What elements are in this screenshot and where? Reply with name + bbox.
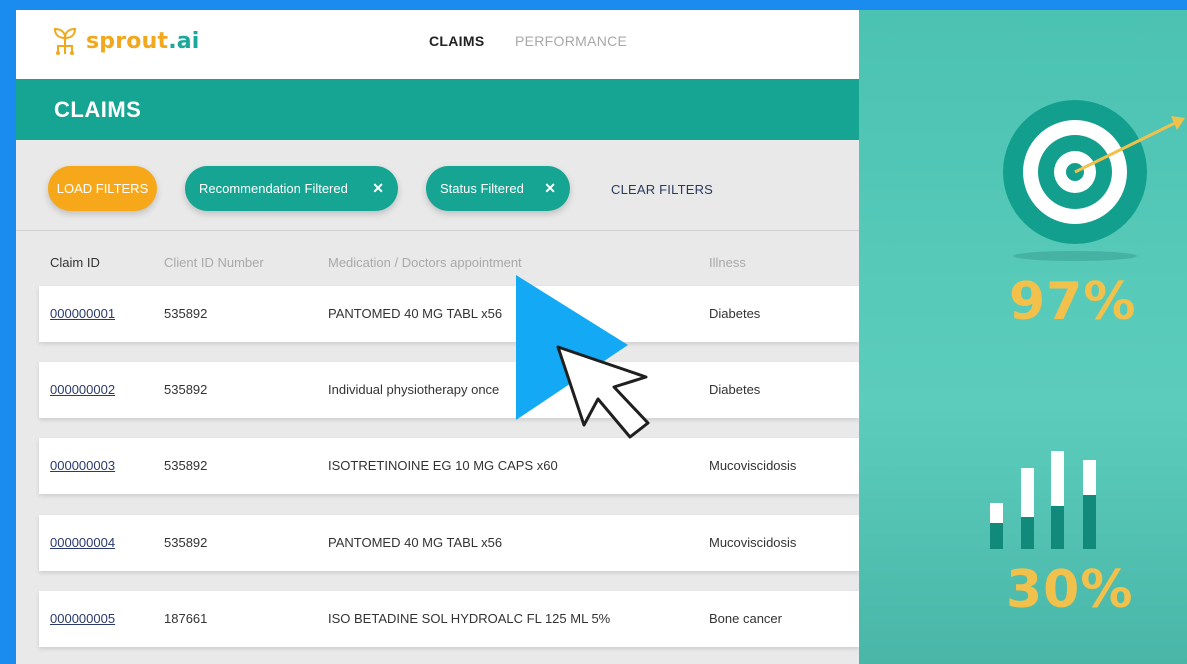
- claim-id-link[interactable]: 000000002: [50, 382, 115, 397]
- column-header-medication[interactable]: Medication / Doctors appointment: [328, 255, 522, 270]
- page-title: CLAIMS: [54, 97, 142, 122]
- bar-chart-icon: [990, 451, 1096, 549]
- medication-cell: ISOTRETINOINE EG 10 MG CAPS x60: [328, 458, 558, 473]
- table-row[interactable]: 000000002 535892 Individual physiotherap…: [39, 362, 859, 418]
- table-row[interactable]: 000000005 187661 ISO BETADINE SOL HYDROA…: [39, 591, 859, 647]
- medication-cell: Individual physiotherapy once: [328, 382, 500, 397]
- medication-cell: PANTOMED 40 MG TABL x56: [328, 535, 503, 550]
- medication-cell: ISO BETADINE SOL HYDROALC FL 125 ML 5%: [328, 611, 611, 626]
- medication-cell: PANTOMED 40 MG TABL x56: [328, 306, 503, 321]
- client-id-cell: 535892: [164, 382, 208, 397]
- claim-id-link[interactable]: 000000004: [50, 535, 115, 550]
- filter-chip-label: Recommendation Filtered: [199, 181, 348, 196]
- claim-id-link[interactable]: 000000003: [50, 458, 115, 473]
- close-icon[interactable]: ✕: [372, 180, 384, 197]
- filter-chip-recommendation[interactable]: Recommendation Filtered ✕: [185, 166, 398, 211]
- sprout-logo-icon: [53, 27, 77, 55]
- filter-bar: LOAD FILTERS Recommendation Filtered ✕ S…: [16, 140, 859, 230]
- app-window: sprout.ai CLAIMS PERFORMANCE CLAIMS LOAD…: [16, 10, 859, 664]
- claim-id-link[interactable]: 000000001: [50, 306, 115, 321]
- column-header-claim-id[interactable]: Claim ID: [50, 255, 100, 270]
- clear-filters-link[interactable]: CLEAR FILTERS: [611, 182, 713, 197]
- divider: [16, 230, 859, 231]
- table-row[interactable]: 000000003 535892 ISOTRETINOINE EG 10 MG …: [39, 438, 859, 494]
- illness-cell: Bone cancer: [709, 611, 782, 626]
- close-icon[interactable]: ✕: [544, 180, 556, 197]
- illness-cell: Diabetes: [709, 306, 761, 321]
- illness-cell: Mucoviscidosis: [709, 458, 797, 473]
- target-icon: [1003, 100, 1185, 261]
- client-id-cell: 187661: [164, 611, 208, 626]
- accuracy-percentage: 97%: [1009, 272, 1137, 332]
- page-header: CLAIMS: [16, 79, 859, 140]
- client-id-cell: 535892: [164, 306, 208, 321]
- client-id-cell: 535892: [164, 535, 208, 550]
- table-row[interactable]: 000000001 535892 PANTOMED 40 MG TABL x56…: [39, 286, 859, 342]
- play-button-icon[interactable]: [516, 275, 656, 445]
- filter-chip-status[interactable]: Status Filtered ✕: [426, 166, 570, 211]
- stats-panel: 97% 30%: [859, 10, 1187, 664]
- client-id-cell: 535892: [164, 458, 208, 473]
- column-header-client-id[interactable]: Client ID Number: [164, 255, 264, 270]
- filter-chip-label: Status Filtered: [440, 181, 524, 196]
- logo-wordmark: sprout.ai: [86, 28, 200, 54]
- table-row[interactable]: 000000004 535892 PANTOMED 40 MG TABL x56…: [39, 515, 859, 571]
- logo[interactable]: sprout.ai: [52, 26, 200, 56]
- top-navigation-bar: sprout.ai CLAIMS PERFORMANCE: [16, 10, 859, 79]
- column-header-illness[interactable]: Illness: [709, 255, 746, 270]
- claim-id-link[interactable]: 000000005: [50, 611, 115, 626]
- illness-cell: Diabetes: [709, 382, 761, 397]
- nav-tab-performance[interactable]: PERFORMANCE: [515, 33, 627, 49]
- reduction-percentage: 30%: [1006, 560, 1134, 620]
- illness-cell: Mucoviscidosis: [709, 535, 797, 550]
- nav-tab-claims[interactable]: CLAIMS: [429, 33, 484, 49]
- load-filters-button[interactable]: LOAD FILTERS: [48, 166, 157, 211]
